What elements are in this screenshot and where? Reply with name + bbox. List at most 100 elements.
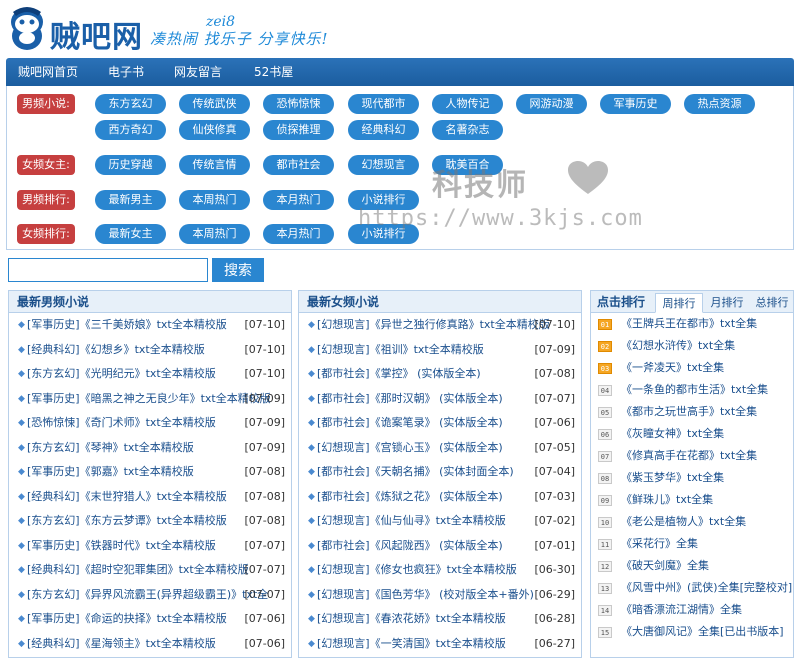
cat-btn[interactable]: 现代都市 [348,94,419,114]
tab-total[interactable]: 总排行 [751,293,793,313]
ranking-item[interactable]: 03 《一斧凌天》txt全集 [591,357,793,379]
list-item[interactable]: ◆ [幻想现言]《一笑清国》txt全本精校版 [06-27] [299,632,581,657]
cat-btn[interactable]: 幻想现言 [348,155,419,175]
ranking-item-title[interactable]: 《一斧凌天》txt全集 [621,357,724,379]
list-item[interactable]: ◆ [军事历史]《暗黑之神之无良少年》txt全本精校版 [07-09] [9,387,291,412]
list-item-title[interactable]: [幻想现言]《祖训》txt全本精校版 [317,338,484,363]
ranking-item[interactable]: 04 《一条鱼的都市生活》txt全集 [591,379,793,401]
list-item[interactable]: ◆ [幻想现言]《春浓花娇》txt全本精校版 [06-28] [299,607,581,632]
cat-btn[interactable]: 经典科幻 [348,120,419,140]
ranking-item[interactable]: 07 《修真高手在花都》txt全集 [591,445,793,467]
list-item-title[interactable]: [军事历史]《三千美娇娘》txt全本精校版 [27,313,227,338]
list-item[interactable]: ◆ [经典科幻]《星海领主》txt全本精校版 [07-06] [9,632,291,657]
ranking-item-title[interactable]: 《风雪中州》(武侠)全集[完整校对] [621,577,792,599]
cat-btn[interactable]: 西方奇幻 [95,120,166,140]
cat-btn[interactable]: 都市社会 [263,155,334,175]
ranking-item-title[interactable]: 《鲜珠儿》txt全集 [621,489,713,511]
cat-btn[interactable]: 本月热门 [263,224,334,244]
nav-guestbook[interactable]: 网友留言 [174,58,222,86]
cat-btn[interactable]: 网游动漫 [516,94,587,114]
ranking-item-title[interactable]: 《紫玉梦华》txt全集 [621,467,724,489]
list-item-title[interactable]: [经典科幻]《星海领主》txt全本精校版 [27,632,216,657]
cat-btn[interactable]: 侦探推理 [263,120,334,140]
ranking-item[interactable]: 06 《灰瞳女神》txt全集 [591,423,793,445]
list-item[interactable]: ◆ [都市社会]《诡案笔录》 (实体版全本) [07-06] [299,411,581,436]
list-item[interactable]: ◆ [东方玄幻]《光明纪元》txt全本精校版 [07-10] [9,362,291,387]
cat-btn[interactable]: 传统武侠 [179,94,250,114]
ranking-item[interactable]: 09 《鲜珠儿》txt全集 [591,489,793,511]
ranking-item[interactable]: 10 《老公是植物人》txt全集 [591,511,793,533]
tab-week[interactable]: 周排行 [655,293,703,313]
list-item-title[interactable]: [军事历史]《命运的抉择》txt全本精校版 [27,607,227,632]
list-item-title[interactable]: [东方玄幻]《东方云梦谭》txt全本精校版 [27,509,227,534]
cat-btn[interactable]: 本周热门 [179,224,250,244]
list-item-title[interactable]: [东方玄幻]《琴神》txt全本精校版 [27,436,194,461]
list-item[interactable]: ◆ [都市社会]《掌控》 (实体版全本) [07-08] [299,362,581,387]
list-item-title[interactable]: [都市社会]《天朝名捕》 (实体封面全本) [317,460,514,485]
list-item[interactable]: ◆ [幻想现言]《祖训》txt全本精校版 [07-09] [299,338,581,363]
list-item-title[interactable]: [幻想现言]《修女也疯狂》txt全本精校版 [317,558,517,583]
ranking-item[interactable]: 01 《王牌兵王在都市》txt全集 [591,313,793,335]
ranking-item[interactable]: 15 《大唐御风记》全集[已出书版本] [591,621,793,643]
list-item[interactable]: ◆ [都市社会]《那时汉朝》 (实体版全本) [07-07] [299,387,581,412]
search-button[interactable]: 搜索 [212,258,264,282]
list-item-title[interactable]: [都市社会]《掌控》 (实体版全本) [317,362,481,387]
cat-btn[interactable]: 仙侠修真 [179,120,250,140]
cat-btn[interactable]: 热点资源 [684,94,755,114]
mascot-logo-icon[interactable] [8,2,46,52]
list-item-title[interactable]: [幻想现言]《国色芳华》 (校对版全本+番外) [317,583,534,608]
list-item[interactable]: ◆ [军事历史]《三千美娇娘》txt全本精校版 [07-10] [9,313,291,338]
ranking-item[interactable]: 14 《暗香漂流江湖情》全集 [591,599,793,621]
list-item[interactable]: ◆ [军事历史]《郭嘉》txt全本精校版 [07-08] [9,460,291,485]
list-item-title[interactable]: [东方玄幻]《异界风流霸王(异界超级霸王)》txt全 [27,583,268,608]
list-item-title[interactable]: [东方玄幻]《光明纪元》txt全本精校版 [27,362,216,387]
ranking-item-title[interactable]: 《都市之玩世高手》txt全集 [621,401,757,423]
list-item-title[interactable]: [经典科幻]《末世狩猎人》txt全本精校版 [27,485,227,510]
ranking-item-title[interactable]: 《大唐御风记》全集[已出书版本] [621,621,784,643]
cat-btn[interactable]: 名著杂志 [432,120,503,140]
cat-btn[interactable]: 军事历史 [600,94,671,114]
cat-btn[interactable]: 历史穿越 [95,155,166,175]
list-item[interactable]: ◆ [经典科幻]《超时空犯罪集团》txt全本精校版 [07-07] [9,558,291,583]
cat-btn[interactable]: 本周热门 [179,190,250,210]
search-input[interactable] [8,258,208,282]
cat-btn[interactable]: 最新女主 [95,224,166,244]
list-item[interactable]: ◆ [幻想现言]《异世之独行修真路》txt全本精校版 [07-10] [299,313,581,338]
list-item[interactable]: ◆ [恐怖惊悚]《奇门术师》txt全本精校版 [07-09] [9,411,291,436]
ranking-item[interactable]: 02 《幻想水浒传》txt全集 [591,335,793,357]
list-item-title[interactable]: [军事历史]《郭嘉》txt全本精校版 [27,460,194,485]
list-item[interactable]: ◆ [东方玄幻]《异界风流霸王(异界超级霸王)》txt全 [07-07] [9,583,291,608]
list-item-title[interactable]: [恐怖惊悚]《奇门术师》txt全本精校版 [27,411,216,436]
list-item-title[interactable]: [经典科幻]《超时空犯罪集团》txt全本精校版 [27,558,249,583]
list-item-title[interactable]: [幻想现言]《一笑清国》txt全本精校版 [317,632,506,657]
list-item[interactable]: ◆ [幻想现言]《修女也疯狂》txt全本精校版 [06-30] [299,558,581,583]
ranking-item-title[interactable]: 《灰瞳女神》txt全集 [621,423,724,445]
list-item-title[interactable]: [幻想现言]《春浓花娇》txt全本精校版 [317,607,506,632]
list-item[interactable]: ◆ [都市社会]《天朝名捕》 (实体封面全本) [07-04] [299,460,581,485]
list-item[interactable]: ◆ [幻想现言]《仙与仙寻》txt全本精校版 [07-02] [299,509,581,534]
cat-btn[interactable]: 本月热门 [263,190,334,210]
list-item[interactable]: ◆ [军事历史]《铁器时代》txt全本精校版 [07-07] [9,534,291,559]
nav-52shuwu[interactable]: 52书屋 [254,58,293,86]
nav-ebook[interactable]: 电子书 [108,58,144,86]
list-item-title[interactable]: [幻想现言]《仙与仙寻》txt全本精校版 [317,509,506,534]
ranking-item-title[interactable]: 《老公是植物人》txt全集 [621,511,746,533]
list-item-title[interactable]: [经典科幻]《幻想乡》txt全本精校版 [27,338,205,363]
list-item[interactable]: ◆ [都市社会]《炼狱之花》 (实体版全本) [07-03] [299,485,581,510]
site-title[interactable]: 贼吧网 [50,12,143,56]
list-item-title[interactable]: [都市社会]《那时汉朝》 (实体版全本) [317,387,503,412]
ranking-item-title[interactable]: 《一条鱼的都市生活》txt全集 [621,379,768,401]
list-item[interactable]: ◆ [经典科幻]《幻想乡》txt全本精校版 [07-10] [9,338,291,363]
ranking-item-title[interactable]: 《采花行》全集 [621,533,698,555]
list-item[interactable]: ◆ [军事历史]《命运的抉择》txt全本精校版 [07-06] [9,607,291,632]
ranking-item-title[interactable]: 《幻想水浒传》txt全集 [621,335,735,357]
ranking-item-title[interactable]: 《暗香漂流江湖情》全集 [621,599,742,621]
ranking-item-title[interactable]: 《王牌兵王在都市》txt全集 [621,313,757,335]
ranking-item[interactable]: 11 《采花行》全集 [591,533,793,555]
tab-month[interactable]: 月排行 [705,293,749,313]
list-item-title[interactable]: [幻想现言]《异世之独行修真路》txt全本精校版 [317,313,550,338]
list-item-title[interactable]: [军事历史]《暗黑之神之无良少年》txt全本精校版 [27,387,271,412]
cat-btn[interactable]: 最新男主 [95,190,166,210]
cat-btn[interactable]: 东方玄幻 [95,94,166,114]
ranking-item[interactable]: 12 《破天剑魔》全集 [591,555,793,577]
